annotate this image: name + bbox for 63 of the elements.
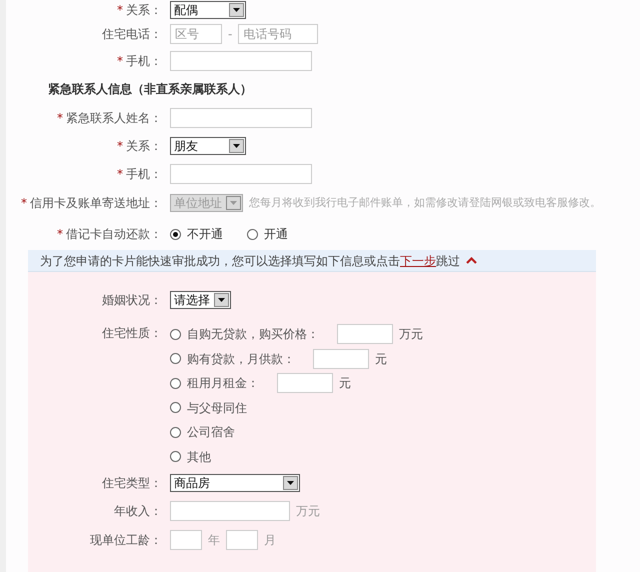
collapse-chevron-icon[interactable] (466, 257, 477, 264)
field-label: 现单位工龄： (90, 532, 162, 549)
required-mark: * (117, 2, 123, 19)
input-field[interactable] (170, 501, 290, 521)
field-label: 手机： (126, 166, 162, 183)
required-mark: * (21, 195, 27, 212)
field-label: 紧急联系人姓名： (66, 110, 162, 127)
field-label: 婚姻状况： (102, 292, 162, 309)
input-field[interactable]: 电话号码 (238, 24, 318, 44)
required-mark: * (117, 138, 123, 155)
option-label: 与父母同住 (187, 400, 247, 417)
select-field[interactable]: 朋友 (170, 137, 246, 155)
field-label: 关系： (126, 2, 162, 19)
input-field[interactable] (337, 324, 393, 344)
unit-label: 元 (375, 350, 387, 368)
radio-button[interactable] (170, 228, 181, 240)
field-label: 信用卡及账单寄送地址： (30, 195, 162, 212)
required-mark: * (57, 110, 63, 127)
input-field[interactable] (170, 50, 312, 70)
option-label: 租用月租金： (187, 375, 259, 392)
radio-button[interactable] (170, 378, 181, 389)
unit-label: 月 (264, 532, 276, 549)
option-label: 公司宿舍 (187, 424, 235, 442)
option-label: 不开通 (187, 226, 223, 243)
field-label: 住宅电话： (102, 26, 162, 42)
radio-button[interactable] (170, 353, 181, 364)
field-label: 住宅类型： (102, 475, 162, 492)
section-heading: 紧急联系人信息（非直系亲属联系人） (48, 81, 252, 98)
input-field[interactable] (170, 108, 312, 128)
banner-text: 为了您申请的卡片能快速审批成功，您可以选择填写如下信息或点击下一步跳过 (40, 252, 460, 270)
separator-text: - (228, 26, 232, 42)
select-field[interactable]: 配偶 (170, 1, 246, 19)
radio-button[interactable] (170, 402, 181, 414)
unit-label: 万元 (296, 503, 320, 520)
option-label: 其他 (187, 448, 211, 466)
radio-button[interactable] (170, 451, 181, 462)
input-field[interactable]: 区号 (170, 24, 222, 44)
unit-label: 元 (339, 375, 351, 392)
radio-button[interactable] (170, 328, 181, 340)
field-label: 住宅性质： (102, 325, 162, 342)
unit-label: 万元 (399, 326, 423, 344)
field-label: 借记卡自动还款： (66, 226, 162, 243)
option-label: 购有贷款，月供款： (187, 350, 295, 368)
required-mark: * (57, 226, 63, 243)
next-step-link[interactable]: 下一步 (400, 254, 436, 268)
option-label: 自购无贷款，购买价格： (187, 326, 319, 344)
input-field[interactable] (170, 530, 202, 550)
radio-button[interactable] (247, 228, 258, 240)
select-field[interactable]: 商品房 (170, 474, 300, 492)
required-mark: * (117, 52, 123, 70)
field-label: 关系： (126, 138, 162, 155)
input-field[interactable] (170, 164, 312, 184)
option-label: 开通 (264, 226, 288, 243)
field-label: 手机： (126, 52, 162, 70)
select-field[interactable]: 请选择 (170, 291, 231, 309)
input-field[interactable] (313, 348, 369, 369)
field-label: 年收入： (114, 503, 162, 520)
input-field[interactable] (226, 530, 258, 550)
radio-button[interactable] (170, 426, 181, 438)
required-mark: * (117, 166, 123, 183)
billing-note: 您每月将收到我行电子邮件账单，如需修改请登陆网银或致电客服修改。 (249, 194, 601, 211)
input-field[interactable] (277, 373, 333, 394)
unit-label: 年 (208, 532, 220, 549)
